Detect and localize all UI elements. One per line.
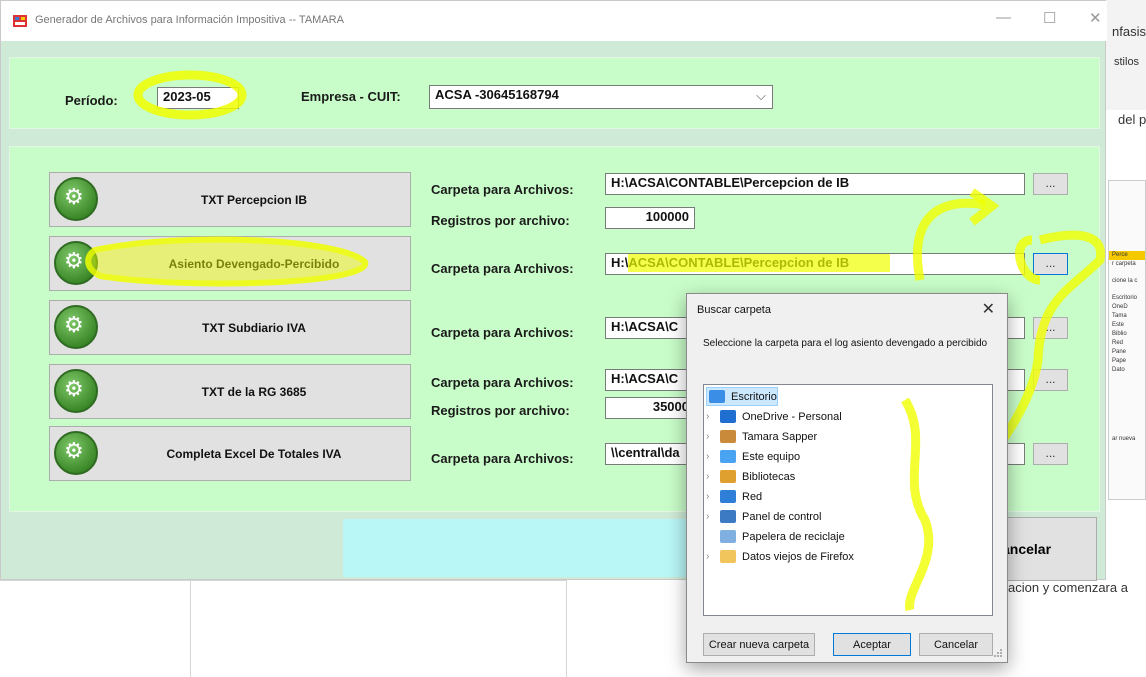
tree-item[interactable]: › Red <box>706 487 762 506</box>
gears-icon: ⚙ <box>54 241 98 285</box>
new-folder-button[interactable]: Crear nueva carpeta <box>703 633 815 656</box>
bg-text-3: del p <box>1118 112 1146 127</box>
browse-button-3[interactable]: ... <box>1033 317 1068 339</box>
computer-icon <box>720 450 736 463</box>
folder-tree[interactable]: Escritorio › OneDrive - Personal › Tamara Sa… <box>703 384 993 616</box>
chevron-right-icon[interactable]: › <box>706 411 720 422</box>
folder-label-3: Carpeta para Archivos: <box>431 325 574 340</box>
chevron-right-icon[interactable]: › <box>706 551 720 562</box>
tree-item[interactable]: › OneDrive - Personal <box>706 407 842 426</box>
txt-subdiario-iva-button[interactable]: ⚙ TXT Subdiario IVA <box>49 300 411 355</box>
resize-grip-icon[interactable] <box>993 648 1003 658</box>
periodo-input[interactable]: 2023-05 <box>157 87 239 109</box>
folder-label-2: Carpeta para Archivos: <box>431 261 574 276</box>
minimize-button[interactable]: — <box>996 9 1011 26</box>
tree-item-label: Escritorio <box>731 390 777 403</box>
progress-area <box>343 519 689 577</box>
tree-item-label: Tamara Sapper <box>742 430 818 443</box>
library-icon <box>720 470 736 483</box>
empresa-value: ACSA -30645168794 <box>435 87 559 102</box>
records-input-1[interactable]: 100000 <box>605 207 695 229</box>
gears-icon: ⚙ <box>54 305 98 349</box>
folder-input-2[interactable]: H:\ACSA\CONTABLE\Percepcion de IB <box>605 253 1025 275</box>
records-label-1: Registros por archivo: <box>431 213 570 228</box>
folder-label-1: Carpeta para Archivos: <box>431 182 574 197</box>
folder-label-4: Carpeta para Archivos: <box>431 375 574 390</box>
browse-button-5[interactable]: ... <box>1033 443 1068 465</box>
bg-text-1: nfasis <box>1112 24 1146 39</box>
button-label: Asiento Devengado-Percibido <box>168 256 340 271</box>
browse-folder-dialog: Buscar carpeta ✕ Seleccione la carpeta p… <box>686 293 1008 663</box>
chevron-down-icon: ⌵ <box>756 88 766 103</box>
records-label-4: Registros por archivo: <box>431 403 570 418</box>
gears-icon: ⚙ <box>54 369 98 413</box>
chevron-right-icon[interactable]: › <box>706 451 720 462</box>
completa-excel-button[interactable]: ⚙ Completa Excel De Totales IVA <box>49 426 411 481</box>
dialog-description: Seleccione la carpeta para el log asient… <box>703 338 988 349</box>
tree-item[interactable]: › Este equipo <box>706 447 800 466</box>
txt-rg-3685-button[interactable]: ⚙ TXT de la RG 3685 <box>49 364 411 419</box>
tree-item-label: Bibliotecas <box>742 470 796 483</box>
cloud-icon <box>720 410 736 423</box>
bg-text-2: stilos <box>1114 56 1140 68</box>
gears-icon: ⚙ <box>54 431 98 475</box>
folder-label-5: Carpeta para Archivos: <box>431 451 574 466</box>
folder-input-1[interactable]: H:\ACSA\CONTABLE\Percepcion de IB <box>605 173 1025 195</box>
empresa-select[interactable]: ACSA -30645168794 ⌵ <box>429 85 773 109</box>
chevron-right-icon[interactable]: › <box>706 471 720 482</box>
tree-item-label: Papelera de reciclaje <box>742 530 845 543</box>
tree-item[interactable]: Papelera de reciclaje <box>706 527 845 546</box>
empresa-label: Empresa - CUIT: <box>301 89 401 104</box>
chevron-right-icon[interactable]: › <box>706 511 720 522</box>
tree-item-label: Panel de control <box>742 510 822 523</box>
recycle-bin-icon <box>720 530 736 543</box>
tree-item[interactable]: › Bibliotecas <box>706 467 795 486</box>
title-bar: Generador de Archivos para Información I… <box>1 1 1107 41</box>
cancel-button[interactable]: Cancelar <box>919 633 993 656</box>
accept-button[interactable]: Aceptar <box>833 633 911 656</box>
cancel-main-button[interactable]: ancelar <box>999 517 1097 581</box>
txt-percepcion-ib-button[interactable]: ⚙ TXT Percepcion IB <box>49 172 411 227</box>
control-panel-icon <box>720 510 736 523</box>
browse-button-2[interactable]: ... <box>1033 253 1068 275</box>
background-side-panel: Perce r carpeta cione la c Escritorio On… <box>1108 180 1146 500</box>
tree-item[interactable]: › Panel de control <box>706 507 822 526</box>
maximize-button[interactable]: ☐ <box>1043 9 1056 27</box>
tree-item-label: Datos viejos de Firefox <box>742 550 854 563</box>
close-icon[interactable]: ✕ <box>982 299 995 319</box>
gears-icon: ⚙ <box>54 177 98 221</box>
button-label: TXT de la RG 3685 <box>201 384 307 399</box>
network-icon <box>720 490 736 503</box>
tree-item[interactable]: Escritorio <box>706 387 778 406</box>
dialog-title: Buscar carpeta <box>697 304 771 316</box>
tree-item[interactable]: › Datos viejos de Firefox <box>706 547 854 566</box>
tree-item-label: OneDrive - Personal <box>742 410 842 423</box>
window-title: Generador de Archivos para Información I… <box>35 14 344 26</box>
asiento-devengado-button[interactable]: ⚙ Asiento Devengado-Percibido <box>49 236 411 291</box>
button-label: Completa Excel De Totales IVA <box>166 446 342 461</box>
app-icon <box>13 15 27 27</box>
chevron-right-icon[interactable]: › <box>706 491 720 502</box>
tree-item-label: Red <box>742 490 763 503</box>
browse-button-4[interactable]: ... <box>1033 369 1068 391</box>
tree-item-label: Este equipo <box>742 450 801 463</box>
periodo-label: Período: <box>65 93 118 108</box>
bg-text-4: acion y comenzara a <box>1008 580 1128 595</box>
close-button[interactable]: ✕ <box>1089 9 1102 27</box>
button-label: TXT Percepcion IB <box>200 192 308 207</box>
browse-button-1[interactable]: ... <box>1033 173 1068 195</box>
button-label: TXT Subdiario IVA <box>202 320 306 335</box>
desktop-icon <box>709 390 725 403</box>
tree-item[interactable]: › Tamara Sapper <box>706 427 817 446</box>
folder-icon <box>720 550 736 563</box>
records-input-4[interactable]: 35000 <box>605 397 695 419</box>
chevron-right-icon[interactable]: › <box>706 431 720 442</box>
user-icon <box>720 430 736 443</box>
